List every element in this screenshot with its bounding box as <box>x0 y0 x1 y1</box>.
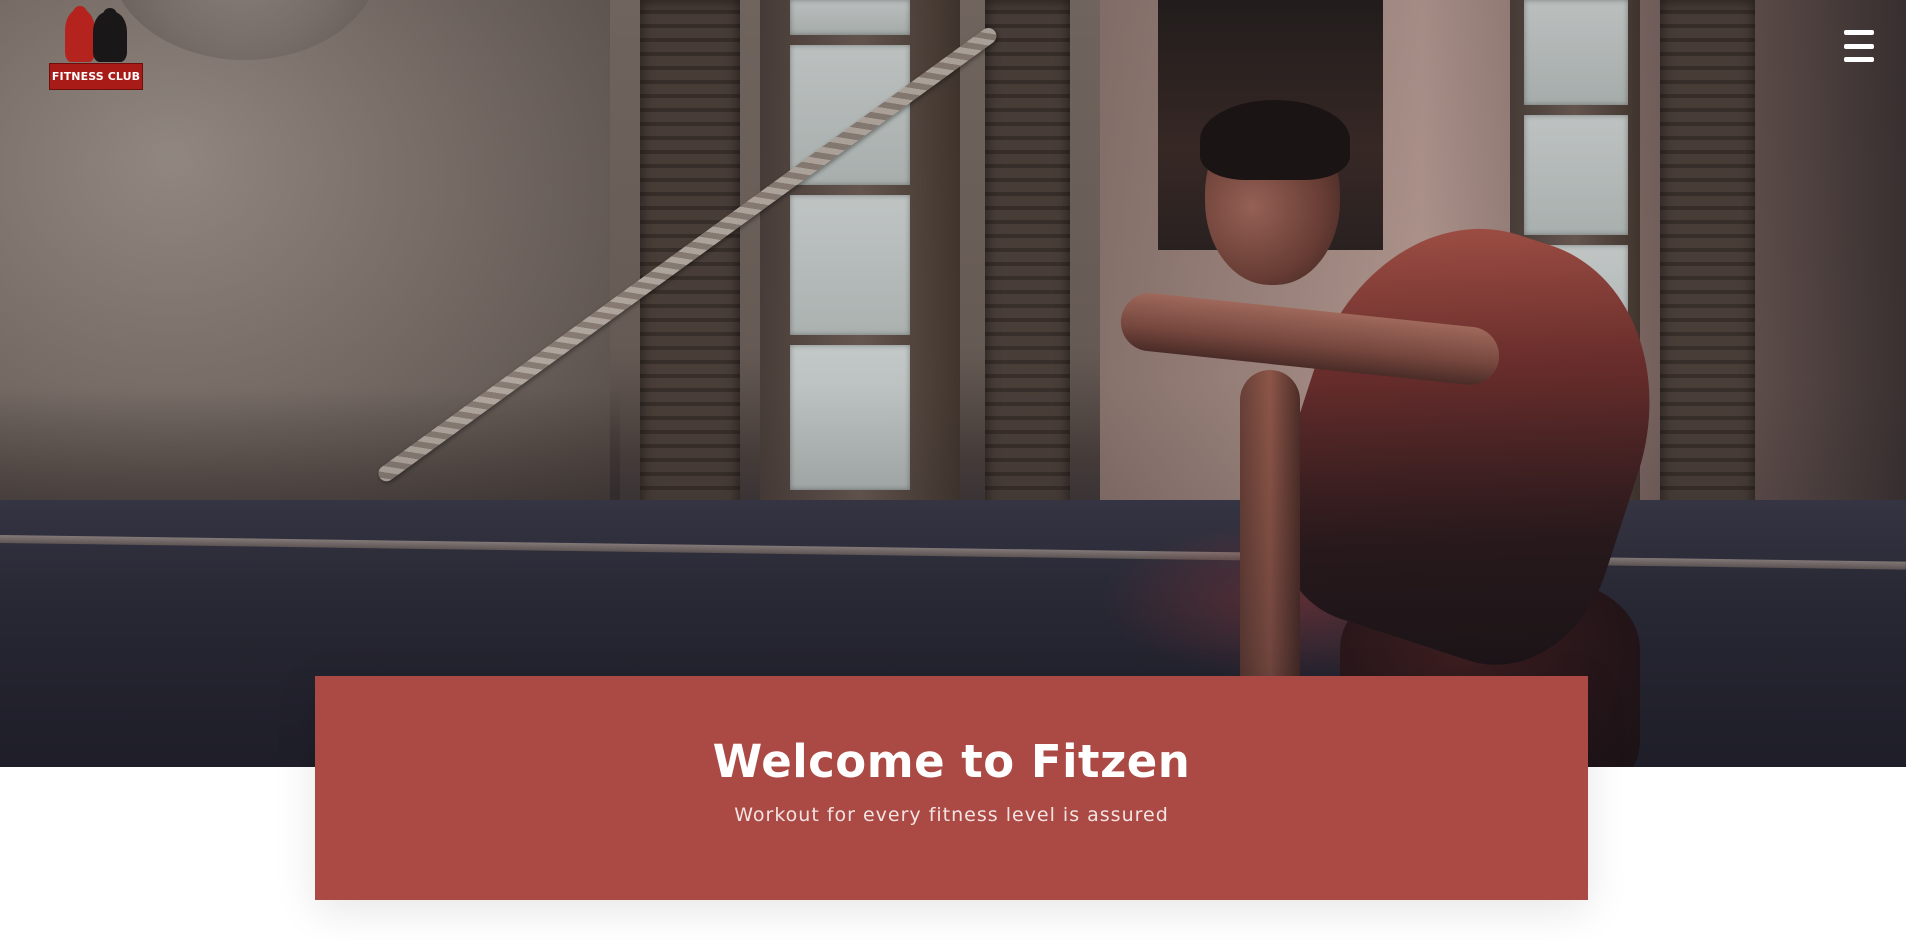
hero-image <box>0 0 1906 767</box>
welcome-title: Welcome to Fitzen <box>712 735 1191 788</box>
menu-line <box>1844 43 1874 49</box>
welcome-panel: Welcome to Fitzen Workout for every fitn… <box>315 676 1588 900</box>
logo-text: FITNESS CLUB <box>49 63 143 90</box>
logo-figure-red-icon <box>65 6 95 62</box>
hamburger-menu-icon[interactable] <box>1840 30 1878 62</box>
welcome-subtitle: Workout for every fitness level is assur… <box>734 804 1169 826</box>
logo-figure-dark-icon <box>93 8 127 62</box>
menu-line <box>1844 30 1874 35</box>
page: FITNESS CLUB Welcome to Fitzen Workout f… <box>0 0 1906 940</box>
menu-line <box>1844 57 1874 62</box>
hero-overlay <box>0 0 1906 767</box>
fitness-club-logo[interactable]: FITNESS CLUB <box>49 6 143 90</box>
